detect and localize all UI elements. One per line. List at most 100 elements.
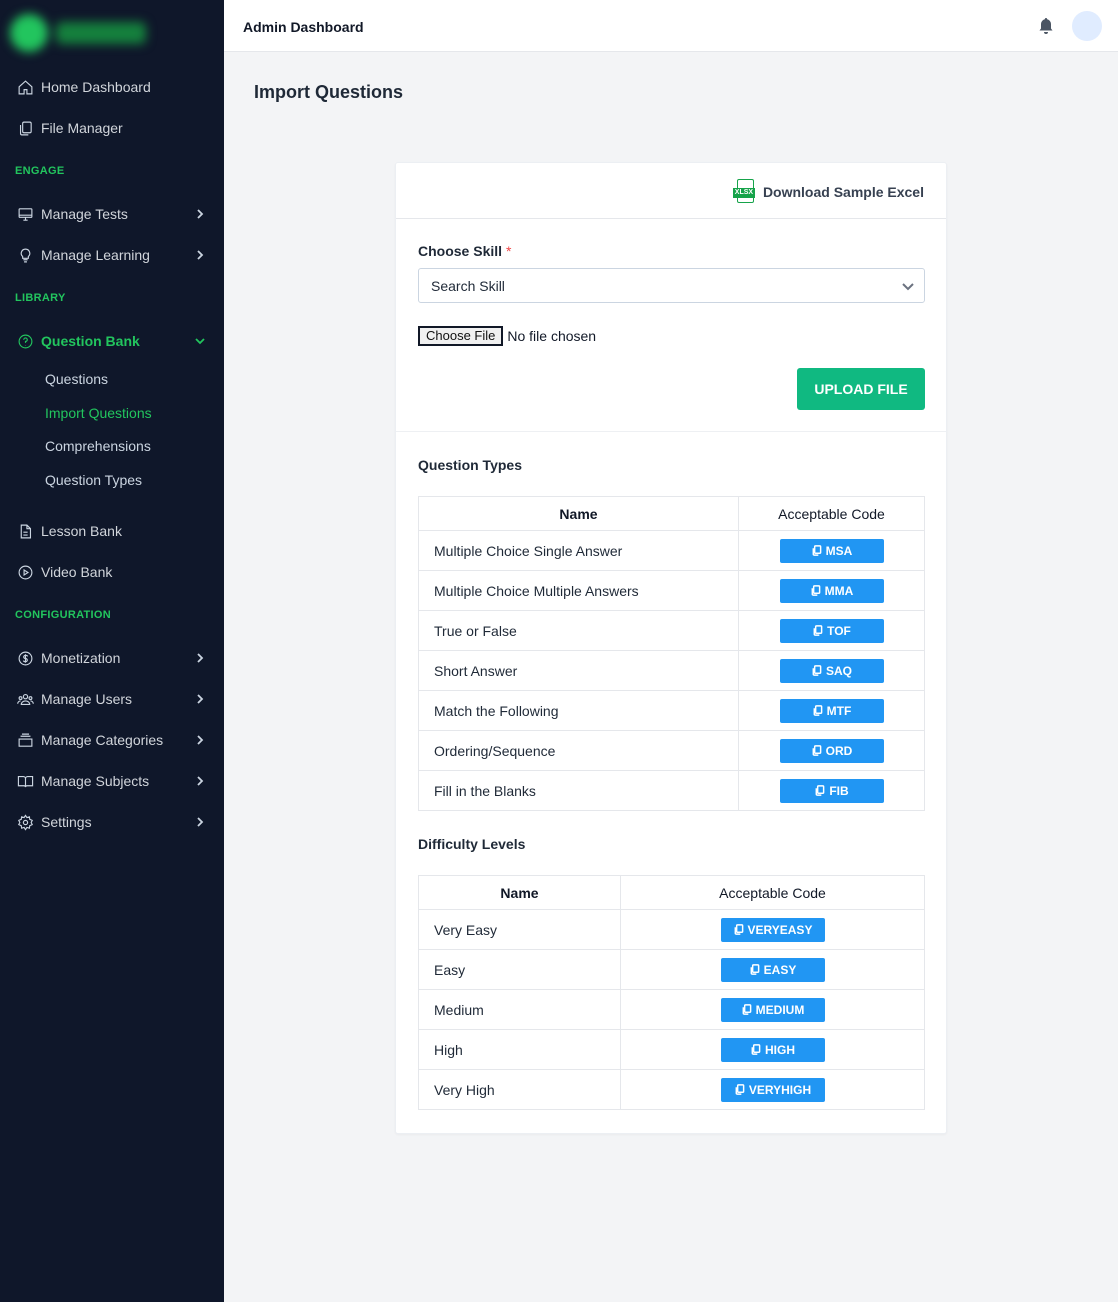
table-row: Very Easy VERYEASY [418, 909, 925, 950]
card-header: XLSX Download Sample Excel [396, 163, 946, 219]
copy-code-button[interactable]: MTF [779, 698, 884, 723]
row-code-cell: VERYHIGH [620, 1069, 925, 1110]
sidebar-subitem-question-types[interactable]: Question Types [45, 472, 142, 488]
chevron-down-icon [901, 280, 915, 292]
row-code-cell: SAQ [738, 650, 925, 691]
copy-code-button[interactable]: TOF [779, 618, 884, 643]
copy-code-button[interactable]: MSA [779, 538, 884, 563]
question-types-table: Name Acceptable Code Multiple Choice Sin… [418, 496, 925, 811]
monitor-icon [16, 205, 34, 223]
table-row: Medium MEDIUM [418, 989, 925, 1030]
copy-icon [750, 1044, 761, 1055]
row-name: Easy [418, 949, 621, 990]
section-label-engage: ENGAGE [15, 165, 65, 177]
copy-icon [734, 1084, 745, 1095]
row-name: High [418, 1029, 621, 1070]
avatar[interactable] [1072, 11, 1102, 41]
sidebar-item-manage-subjects[interactable]: Manage Subjects [0, 763, 224, 799]
table-row: Multiple Choice Single Answer MSA [418, 530, 925, 571]
download-sample-excel-link[interactable]: XLSX Download Sample Excel [732, 179, 924, 205]
row-code-cell: MTF [738, 690, 925, 731]
copy-code-button[interactable]: MEDIUM [720, 997, 825, 1022]
code-label: TOF [827, 623, 851, 638]
copy-code-button[interactable]: FIB [779, 778, 884, 803]
dollar-circle-icon [16, 649, 34, 667]
copy-code-button[interactable]: VERYHIGH [720, 1077, 825, 1102]
choose-skill-label: Choose Skill * [418, 243, 512, 259]
sidebar-item-question-bank[interactable]: Question Bank [0, 323, 224, 359]
sidebar-item-label: Manage Learning [41, 247, 150, 263]
file-status: No file chosen [507, 328, 597, 344]
skill-select-placeholder: Search Skill [431, 278, 505, 294]
chevron-right-icon [194, 815, 206, 827]
sidebar-item-manage-learning[interactable]: Manage Learning [0, 237, 224, 273]
sidebar-subitem-comprehensions[interactable]: Comprehensions [45, 438, 151, 454]
row-code-cell: HIGH [620, 1029, 925, 1070]
sidebar-item-label: Home Dashboard [41, 79, 151, 95]
row-name: Very High [418, 1069, 621, 1110]
table-row: High HIGH [418, 1029, 925, 1070]
download-label: Download Sample Excel [762, 184, 924, 200]
code-label: MTF [826, 703, 852, 718]
file-manager-icon [16, 119, 34, 137]
row-name: Match the Following [418, 690, 739, 731]
copy-icon [814, 785, 825, 796]
copy-code-button[interactable]: ORD [779, 738, 884, 763]
copy-icon [749, 964, 760, 975]
copy-code-button[interactable]: SAQ [779, 658, 884, 683]
home-icon [16, 78, 34, 96]
sidebar-item-settings[interactable]: Settings [0, 804, 224, 840]
chevron-right-icon [194, 248, 206, 260]
sidebar-item-label: Lesson Bank [41, 523, 122, 539]
sidebar-item-monetization[interactable]: Monetization [0, 640, 224, 676]
copy-code-button[interactable]: HIGH [720, 1037, 825, 1062]
sidebar-item-manage-users[interactable]: Manage Users [0, 681, 224, 717]
row-code-cell: TOF [738, 610, 925, 651]
sidebar-item-manage-tests[interactable]: Manage Tests [0, 196, 224, 232]
column-header-code: Acceptable Code [620, 875, 925, 910]
sidebar-item-manage-categories[interactable]: Manage Categories [0, 722, 224, 758]
sidebar-item-label: Video Bank [41, 564, 113, 580]
logo[interactable] [10, 10, 160, 56]
page-title: Import Questions [254, 82, 404, 102]
copy-code-button[interactable]: EASY [720, 957, 825, 982]
table-row: Multiple Choice Multiple Answers MMA [418, 570, 925, 611]
sidebar-item-lesson-bank[interactable]: Lesson Bank [0, 513, 224, 549]
play-circle-icon [16, 563, 34, 581]
row-name: Short Answer [418, 650, 739, 691]
sidebar-item-label: Settings [41, 814, 92, 830]
row-name: Multiple Choice Multiple Answers [418, 570, 739, 611]
row-name: Very Easy [418, 909, 621, 950]
row-code-cell: ORD [738, 730, 925, 771]
copy-code-button[interactable]: MMA [779, 578, 884, 603]
required-mark: * [506, 243, 512, 259]
code-label: EASY [763, 962, 797, 977]
sidebar-item-home-dashboard[interactable]: Home Dashboard [0, 69, 224, 105]
users-icon [16, 690, 34, 708]
sidebar-subitem-import-questions[interactable]: Import Questions [45, 405, 152, 421]
document-icon [16, 522, 34, 540]
sidebar-item-file-manager[interactable]: File Manager [0, 110, 224, 146]
row-code-cell: MEDIUM [620, 989, 925, 1030]
divider [396, 431, 946, 432]
sidebar-subitem-questions[interactable]: Questions [45, 371, 108, 387]
code-label: MEDIUM [755, 1002, 805, 1017]
sidebar-item-video-bank[interactable]: Video Bank [0, 554, 224, 590]
copy-code-button[interactable]: VERYEASY [720, 917, 825, 942]
sidebar-item-label: File Manager [41, 120, 123, 136]
table-row: True or False TOF [418, 610, 925, 651]
upload-file-button[interactable]: UPLOAD FILE [797, 368, 925, 410]
row-code-cell: MMA [738, 570, 925, 611]
section-label-library: LIBRARY [15, 292, 66, 304]
choose-file-button[interactable]: Choose File [418, 326, 504, 346]
sidebar-item-label: Manage Subjects [41, 773, 150, 789]
table-row: Easy EASY [418, 949, 925, 990]
section-label-configuration: CONFIGURATION [15, 609, 111, 621]
sidebar-item-label: Manage Users [41, 691, 133, 707]
skill-select[interactable]: Search Skill [418, 268, 925, 303]
book-open-icon [16, 772, 34, 790]
chevron-right-icon [194, 207, 206, 219]
table-row: Match the Following MTF [418, 690, 925, 731]
excel-file-icon: XLSX [732, 179, 755, 205]
bell-icon[interactable] [1038, 17, 1054, 35]
